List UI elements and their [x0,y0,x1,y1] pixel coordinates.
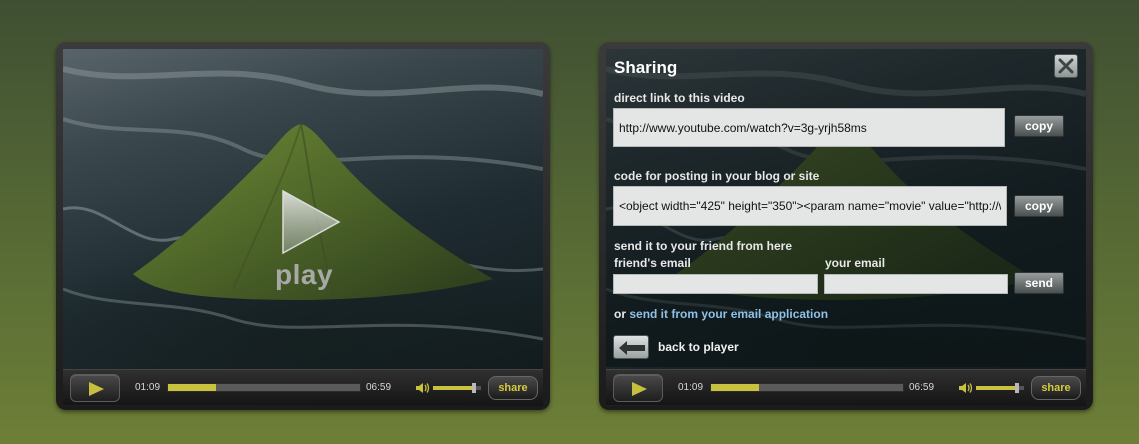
play-button[interactable] [613,374,663,402]
sharing-title: Sharing [614,58,678,77]
volume-knob[interactable] [471,383,476,393]
progress-fill [711,384,759,391]
close-button[interactable] [1054,54,1078,78]
play-icon [632,382,647,396]
play-icon [89,382,104,396]
volume-slider[interactable] [433,383,481,393]
duration-time: 06:59 [366,382,392,393]
control-bar: 01:09 06:59 share [63,369,543,405]
email-app-line: or send it from your email application [614,307,828,321]
control-bar: 01:09 06:59 share [606,369,1086,405]
volume-fill [976,386,1017,390]
copy-link-button[interactable]: copy [1014,115,1064,137]
copy-embed-button[interactable]: copy [1014,195,1064,217]
share-button[interactable]: share [488,376,538,400]
volume-knob[interactable] [1014,383,1019,393]
video-player-right: Sharing direct link to this video copy c… [599,42,1093,410]
volume-fill [433,386,474,390]
embed-code-field[interactable] [613,186,1007,226]
volume-slider[interactable] [976,383,1024,393]
direct-link-label: direct link to this video [614,91,745,105]
current-time: 01:09 [678,382,704,393]
share-button[interactable]: share [1031,376,1081,400]
play-button[interactable] [70,374,120,402]
volume-icon[interactable] [959,382,973,394]
your-email-input[interactable] [824,274,1008,294]
direct-link-field[interactable] [613,108,1005,147]
back-button[interactable] [613,335,649,359]
video-player-left: play 01:09 06:59 share [56,42,550,410]
close-icon [1058,58,1074,74]
back-arrow-icon [619,341,645,355]
your-email-label: your email [825,256,886,270]
big-play-button[interactable]: play [271,189,341,299]
video-screen[interactable]: play [63,49,543,406]
progress-bar[interactable] [710,383,904,392]
duration-time: 06:59 [909,382,935,393]
play-overlay-label: play [275,259,334,290]
play-icon [282,189,341,255]
or-label: or [614,307,626,321]
back-to-player-label[interactable]: back to player [658,340,739,354]
embed-code-label: code for posting in your blog or site [614,169,820,183]
friend-email-input[interactable] [613,274,818,294]
friend-email-label: friend's email [614,256,691,270]
sharing-panel: Sharing direct link to this video copy c… [606,49,1086,367]
progress-fill [168,384,216,391]
volume-icon[interactable] [416,382,430,394]
send-button[interactable]: send [1014,272,1064,294]
send-heading: send it to your friend from here [614,239,793,253]
progress-bar[interactable] [167,383,361,392]
email-app-link[interactable]: send it from your email application [629,307,828,321]
current-time: 01:09 [135,382,161,393]
